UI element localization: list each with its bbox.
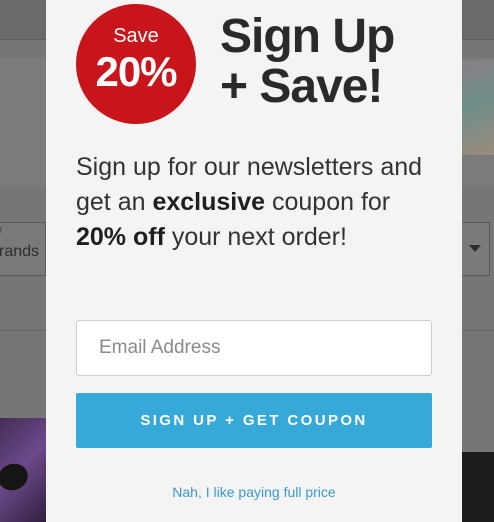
product-disc-graphic: [0, 459, 32, 495]
background-product-image: [0, 418, 50, 522]
background-product-image-right: [460, 452, 494, 522]
description-text-3: your next order!: [164, 223, 347, 251]
signup-get-coupon-button[interactable]: SIGN UP + GET COUPON: [76, 393, 432, 448]
background-banner-image: [460, 60, 494, 155]
description-text-2: coupon for: [265, 188, 391, 216]
save-badge: Save 20%: [76, 4, 196, 124]
newsletter-signup-modal: Save 20% Sign Up + Save! Sign up for our…: [46, 0, 462, 522]
decline-offer-link[interactable]: Nah, I like paying full price: [46, 484, 462, 500]
background-sort-dropdown: [460, 222, 490, 276]
headline-line-2: + Save!: [220, 60, 383, 113]
background-brands-filter: r rands: [0, 222, 46, 276]
description-bold-discount: 20% off: [76, 223, 165, 251]
background-filter-label: rands: [0, 243, 40, 260]
background-filter-small-label: r: [0, 225, 3, 236]
headline-line-1: Sign Up: [220, 10, 395, 63]
badge-save-label: Save: [113, 25, 159, 47]
chevron-down-icon: [469, 245, 481, 252]
badge-discount-amount: 20%: [95, 48, 177, 95]
description-bold-exclusive: exclusive: [152, 188, 266, 216]
modal-description: Sign up for our newsletters and get an e…: [76, 150, 446, 255]
email-field[interactable]: [76, 320, 432, 376]
modal-headline: Sign Up + Save!: [220, 12, 452, 112]
